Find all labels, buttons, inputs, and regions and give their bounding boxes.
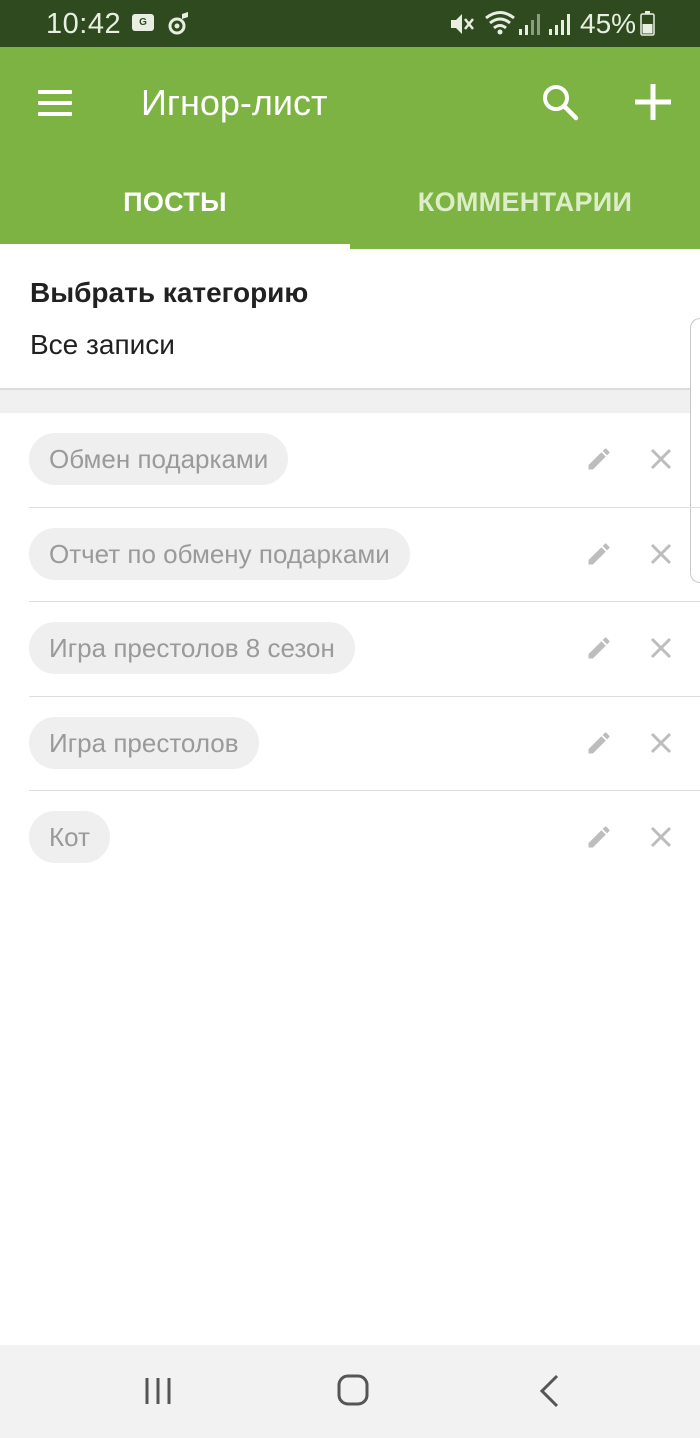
status-time: 10:42 — [46, 8, 122, 40]
signal-icon — [519, 14, 540, 35]
edit-icon[interactable] — [585, 634, 613, 662]
close-icon[interactable] — [650, 448, 672, 470]
status-bar: 10:42 G 45% — [0, 0, 700, 47]
navigation-bar — [0, 1345, 700, 1438]
tab-posts-label: ПОСТЫ — [123, 187, 227, 217]
list-item: Кот — [0, 791, 700, 886]
home-icon[interactable] — [336, 1373, 370, 1407]
ignore-tag-chip[interactable]: Игра престолов — [29, 716, 259, 769]
section-divider — [0, 390, 700, 413]
category-value: Все записи — [30, 329, 175, 360]
wifi-icon — [485, 11, 515, 35]
signal-icon — [549, 14, 570, 35]
mute-icon — [451, 14, 474, 34]
close-icon[interactable] — [650, 732, 672, 754]
gallery-icon: G — [132, 14, 154, 31]
category-selector[interactable]: Выбрать категорию Все записи — [0, 249, 700, 390]
edit-icon[interactable] — [585, 823, 613, 851]
edit-icon[interactable] — [585, 445, 613, 473]
back-icon[interactable] — [536, 1373, 562, 1409]
ignore-list: Обмен подарками Отчет по обмену подаркам… — [0, 413, 700, 886]
close-icon[interactable] — [650, 637, 672, 659]
tab-posts[interactable]: ПОСТЫ — [0, 47, 350, 249]
ignore-tag-chip[interactable]: Игра престолов 8 сезон — [29, 622, 355, 674]
category-title: Выбрать категорию — [30, 277, 309, 308]
tab-comments-label: КОММЕНТАРИИ — [417, 187, 633, 217]
tab-comments[interactable]: КОММЕНТАРИИ — [350, 47, 700, 249]
recent-apps-icon[interactable] — [142, 1375, 174, 1407]
list-item: Обмен подарками — [0, 413, 700, 508]
edit-icon[interactable] — [585, 729, 613, 757]
battery-icon — [640, 11, 655, 36]
music-icon — [168, 12, 188, 35]
close-icon[interactable] — [650, 826, 672, 848]
battery-percentage: 45% — [580, 8, 637, 39]
close-icon[interactable] — [650, 543, 672, 565]
ignore-tag-chip[interactable]: Кот — [29, 811, 110, 863]
list-item: Отчет по обмену подарками — [0, 508, 700, 602]
ignore-tag-chip[interactable]: Отчет по обмену подарками — [29, 527, 410, 580]
ignore-tag-chip[interactable]: Обмен подарками — [29, 433, 289, 485]
list-item: Игра престолов — [0, 697, 700, 791]
list-item: Игра престолов 8 сезон — [0, 602, 700, 697]
edit-icon[interactable] — [585, 540, 613, 568]
